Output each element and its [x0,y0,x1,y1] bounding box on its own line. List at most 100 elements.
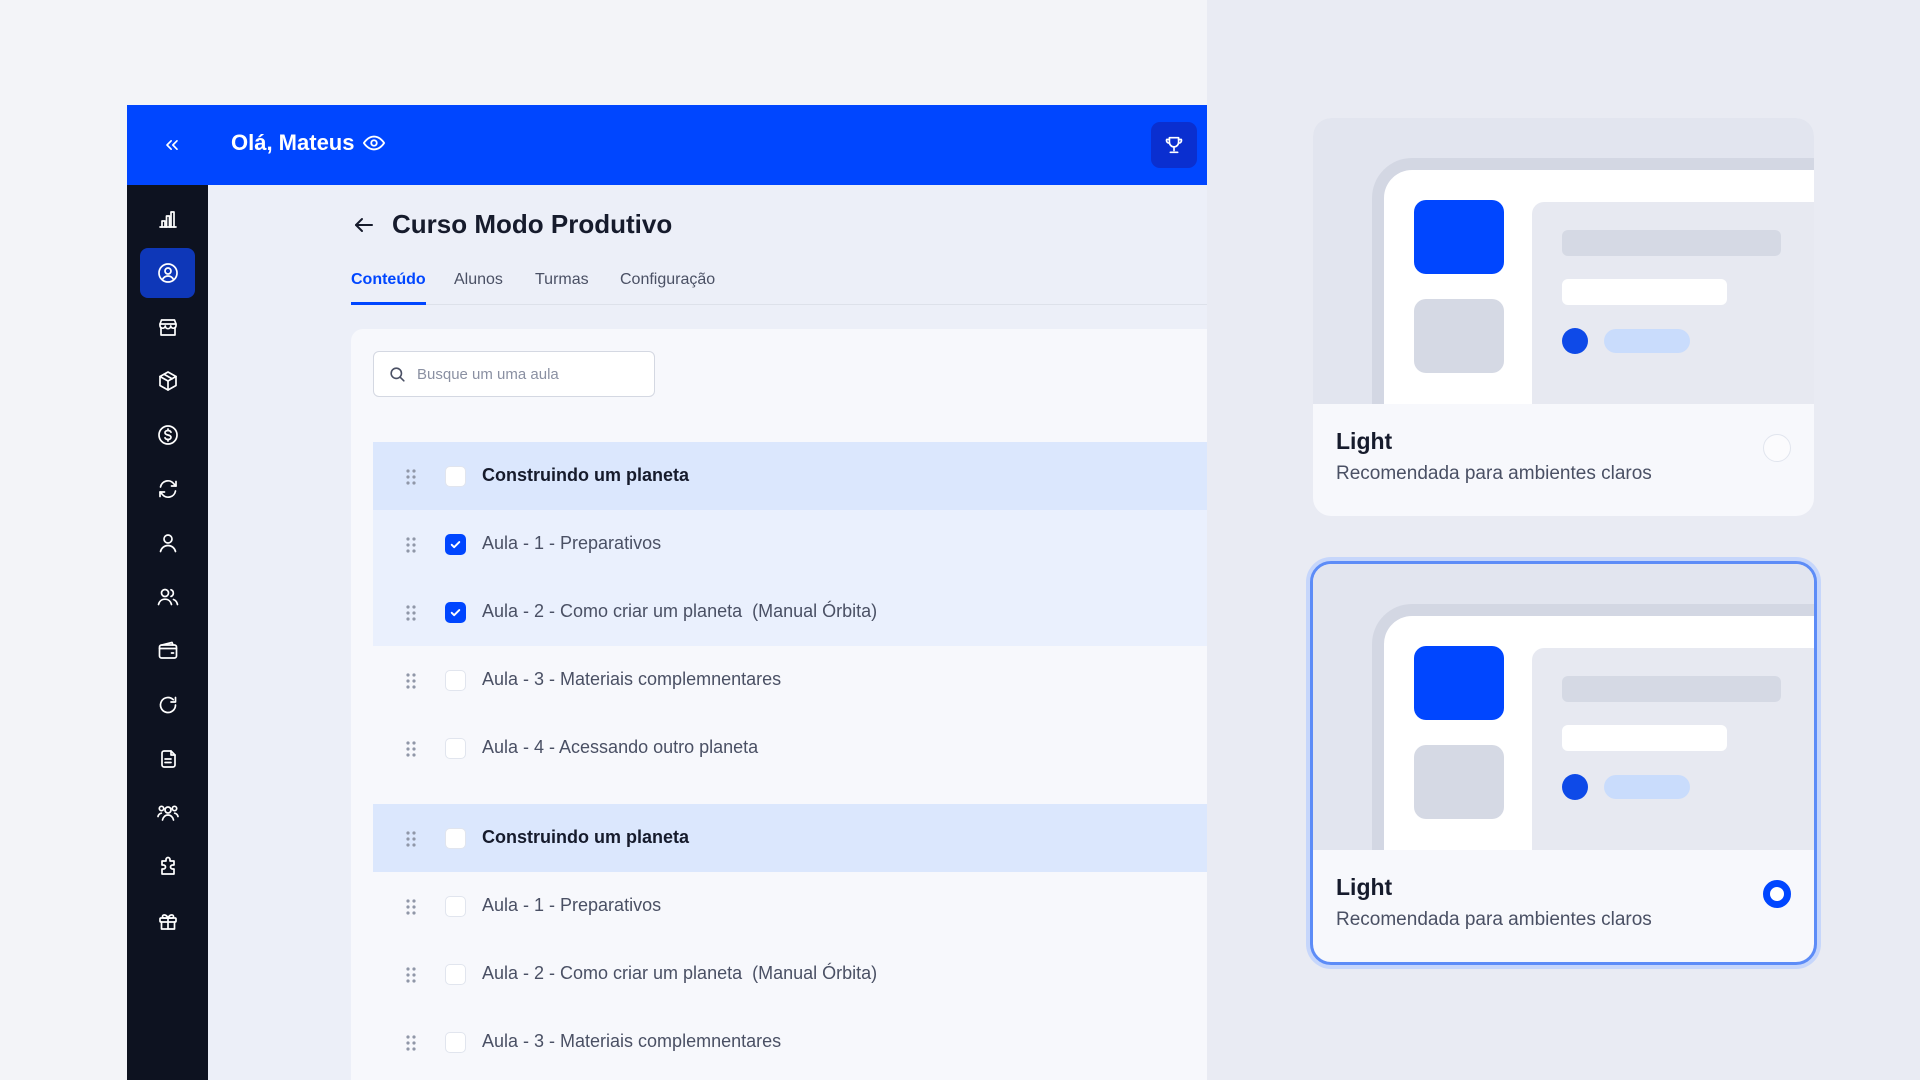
theme-card-light-selected[interactable]: Light Recomendada para ambientes claros [1310,561,1817,965]
store-icon [158,319,177,336]
lesson-row[interactable]: Aula - 3 - Materiais complemnentares [373,1008,1207,1076]
lesson-title: Aula - 2 - Como criar um planeta (Manual… [482,601,878,621]
bar-chart-icon [158,211,177,228]
check-icon [450,541,461,549]
preview-pill [1604,329,1690,353]
theme-title: Light [1336,874,1393,900]
lesson-title: Aula - 2 - Como criar um planeta (Manual… [482,963,878,983]
tab-conteudo[interactable]: Conteúdo [351,271,426,305]
theme-radio[interactable] [1763,880,1791,908]
sidebar-item-wallet[interactable] [140,626,195,676]
theme-subtitle: Recomendada para ambientes claros [1336,909,1652,930]
rotate-icon [159,696,176,714]
sidebar-item-sync[interactable] [140,464,195,514]
drag-handle-icon[interactable] [405,468,417,486]
trophy-icon [1165,136,1183,154]
drag-handle-icon[interactable] [405,830,417,848]
arrow-left-icon [355,217,373,232]
sidebar-item-user[interactable] [140,518,195,568]
drag-handle-icon[interactable] [405,604,417,622]
sidebar-item-store[interactable] [140,302,195,352]
trophy-button[interactable] [1151,122,1197,168]
lesson-title: Aula - 3 - Materiais complemnentares [482,669,782,689]
drag-handle-icon[interactable] [405,966,417,984]
eye-icon[interactable] [363,132,386,154]
box-icon [158,371,177,391]
collapse-sidebar-button[interactable] [154,127,190,163]
community-icon [156,805,179,821]
refresh-icon [158,480,177,498]
row-checkbox[interactable] [445,670,466,691]
preview-pill [1604,775,1690,799]
sidebar-item-dashboard[interactable] [140,194,195,244]
wallet-icon [158,641,177,659]
lesson-title: Aula - 3 - Materiais complemnentares [482,1031,782,1051]
preview-block-primary [1414,646,1504,720]
sidebar-item-finance[interactable] [140,410,195,460]
sidebar-item-users[interactable] [140,572,195,622]
preview-bar [1562,279,1727,305]
module-row[interactable]: Construindo um planeta [373,804,1207,872]
page-header: Curso Modo Produtivo [350,209,672,240]
top-bar: Olá, Mateus [127,105,1207,185]
drag-handle-icon[interactable] [405,898,417,916]
preview-bar [1562,725,1727,751]
row-checkbox[interactable] [445,738,466,759]
drag-handle-icon[interactable] [405,672,417,690]
tab-alunos[interactable]: Alunos [454,271,503,302]
lesson-row[interactable]: Aula - 1 - Preparativos [373,510,1207,578]
row-checkbox[interactable] [445,1032,466,1053]
sidebar-item-integrations[interactable] [140,842,195,892]
sidebar-item-community[interactable] [140,788,195,838]
lesson-title: Aula - 1 - Preparativos [482,895,662,915]
search-box [373,351,655,397]
drag-handle-icon[interactable] [405,536,417,554]
sidebar-item-recurring[interactable] [140,680,195,730]
greeting-text: Olá, Mateus [231,130,355,155]
lesson-row[interactable]: Aula - 2 - Como criar um planeta (Manual… [373,578,1207,646]
module-row[interactable]: Construindo um planeta [373,442,1207,510]
theme-subtitle: Recomendada para ambientes claros [1336,463,1652,484]
lesson-row[interactable]: Aula - 2 - Como criar um planeta (Manual… [373,940,1207,1008]
dollar-circle-icon [157,425,178,445]
row-checkbox[interactable] [445,602,466,623]
user-icon [159,534,176,553]
search-input[interactable] [417,365,637,383]
search-icon [390,366,405,382]
theme-radio[interactable] [1763,434,1791,462]
documents-icon [160,750,176,768]
check-icon [450,609,461,617]
row-checkbox[interactable] [445,896,466,917]
lesson-row[interactable]: Aula - 1 - Preparativos [373,872,1207,940]
row-checkbox[interactable] [445,964,466,985]
sidebar [127,185,208,1080]
preview-dot [1562,328,1588,354]
gift-icon [158,914,177,930]
preview-block-secondary [1414,299,1504,373]
row-checkbox[interactable] [445,466,466,487]
puzzle-icon [160,856,175,875]
lesson-row[interactable]: Aula - 3 - Materiais complemnentares [373,646,1207,714]
tab-configuracao[interactable]: Configuração [620,271,715,302]
row-checkbox[interactable] [445,534,466,555]
back-button[interactable] [350,211,378,239]
preview-bar [1562,230,1781,256]
row-checkbox[interactable] [445,828,466,849]
sidebar-item-documents[interactable] [140,734,195,784]
app-window: Olá, Mateus Curso Modo Produtivo Conteúd… [127,105,1207,1080]
lesson-row[interactable]: Aula - 4 - Acessando outro planeta [373,714,1207,782]
sidebar-item-rewards[interactable] [140,896,195,946]
user-circle-icon [157,263,178,283]
preview-dot [1562,774,1588,800]
tab-turmas[interactable]: Turmas [535,271,589,302]
lesson-title: Aula - 1 - Preparativos [482,533,662,553]
drag-handle-icon[interactable] [405,1034,417,1052]
greeting: Olá, Mateus [231,130,386,156]
lesson-title: Aula - 4 - Acessando outro planeta [482,737,759,757]
theme-preview [1313,564,1814,850]
theme-card-light[interactable]: Light Recomendada para ambientes claros [1313,118,1814,516]
drag-handle-icon[interactable] [405,740,417,758]
sidebar-item-profile[interactable] [140,248,195,298]
sidebar-item-products[interactable] [140,356,195,406]
page-title: Curso Modo Produtivo [392,209,673,239]
